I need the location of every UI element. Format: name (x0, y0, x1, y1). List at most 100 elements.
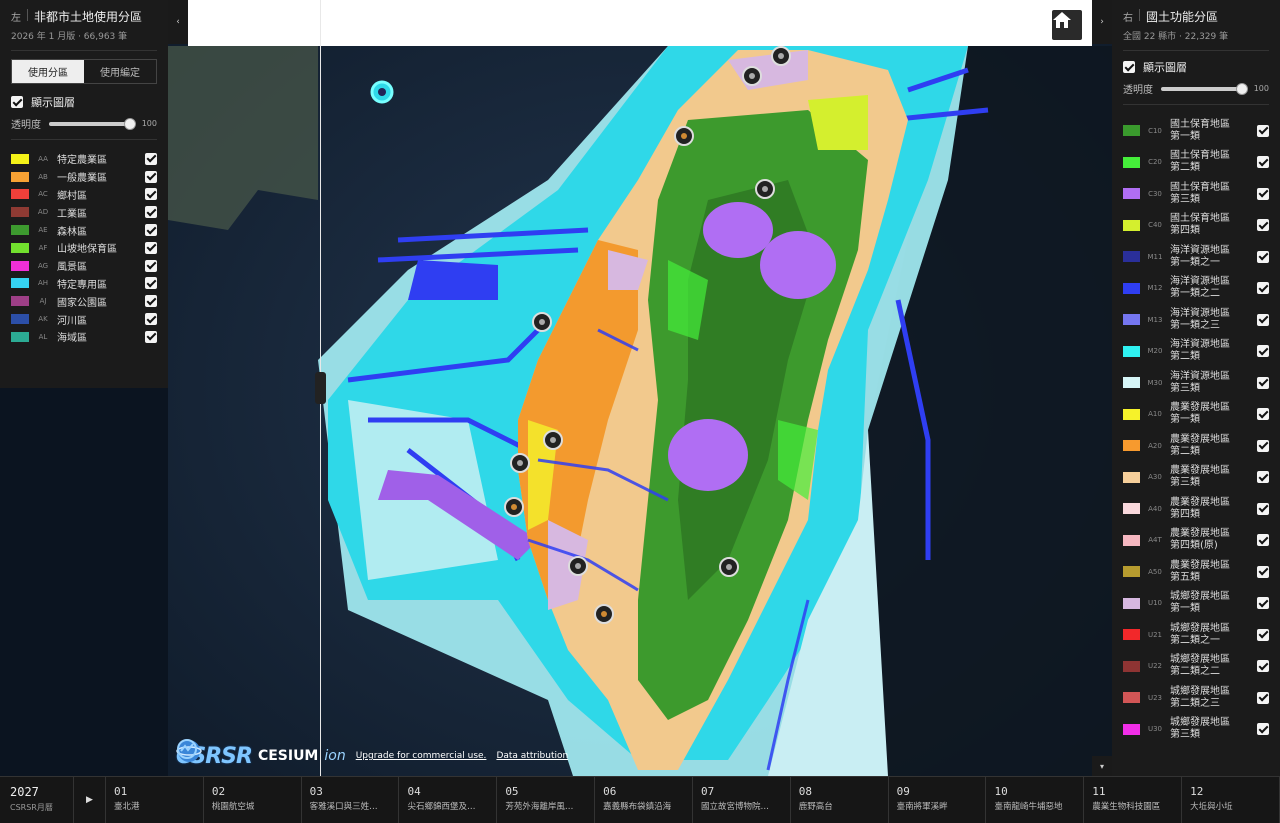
legend-row[interactable]: M12 海洋資源地區 第一類之二 (1123, 273, 1269, 305)
slider-knob[interactable] (1236, 82, 1248, 95)
slider-knob[interactable] (124, 117, 136, 130)
legend-row[interactable]: U22 城鄉發展地區 第二類之二 (1123, 651, 1269, 683)
month-item[interactable]: 07 國立故宮博物院… (693, 777, 791, 823)
left-show-layer-checkbox[interactable] (11, 96, 23, 108)
legend-checkbox[interactable] (1257, 628, 1269, 641)
map-canvas[interactable] (168, 0, 1112, 776)
play-button[interactable]: ▶ (74, 777, 106, 823)
tab-zoning[interactable]: 使用分區 (12, 60, 84, 83)
split-handle[interactable] (315, 372, 326, 404)
map-marker[interactable] (594, 604, 614, 624)
home-button[interactable] (1052, 10, 1082, 40)
legend-row[interactable]: AH 特定專用區 (11, 275, 157, 293)
legend-checkbox[interactable] (145, 277, 157, 290)
legend-checkbox[interactable] (1257, 660, 1269, 673)
legend-row[interactable]: AC 鄉村區 (11, 186, 157, 204)
data-attribution-link[interactable]: Data attribution (496, 751, 568, 761)
legend-checkbox[interactable] (1257, 250, 1269, 263)
month-item[interactable]: 05 芳苑外海離岸風… (497, 777, 596, 823)
map-marker[interactable] (674, 126, 694, 146)
legend-checkbox[interactable] (1257, 408, 1269, 421)
legend-checkbox[interactable] (145, 313, 157, 326)
legend-checkbox[interactable] (1257, 187, 1269, 200)
legend-checkbox[interactable] (145, 330, 157, 343)
legend-row[interactable]: U23 城鄉發展地區 第二類之三 (1123, 682, 1269, 714)
legend-checkbox[interactable] (1257, 691, 1269, 704)
legend-row[interactable]: M20 海洋資源地區 第二類 (1123, 336, 1269, 368)
legend-checkbox[interactable] (1257, 124, 1269, 137)
month-item[interactable]: 10 臺南龍崎牛埔惡地 (986, 777, 1085, 823)
month-item[interactable]: 08 鹿野高台 (791, 777, 889, 823)
legend-row[interactable]: M11 海洋資源地區 第一類之一 (1123, 241, 1269, 273)
legend-row[interactable]: A30 農業發展地區 第三類 (1123, 462, 1269, 494)
map-marker[interactable] (504, 497, 524, 517)
left-opacity-slider[interactable] (49, 117, 136, 130)
month-item[interactable]: 03 客雅溪口與三姓… (302, 777, 400, 823)
right-opacity-slider[interactable] (1161, 82, 1248, 95)
legend-row[interactable]: AD 工業區 (11, 203, 157, 221)
legend-checkbox[interactable] (1257, 534, 1269, 547)
legend-row[interactable]: AA 特定農業區 (11, 150, 157, 168)
legend-checkbox[interactable] (145, 152, 157, 165)
legend-row[interactable]: M13 海洋資源地區 第一類之三 (1123, 304, 1269, 336)
map-marker[interactable] (568, 556, 588, 576)
legend-checkbox[interactable] (145, 170, 157, 183)
month-item[interactable]: 04 尖石鄉錦西堡及… (399, 777, 498, 823)
legend-row[interactable]: C20 國土保育地區 第二類 (1123, 147, 1269, 179)
legend-row[interactable]: A10 農業發展地區 第一類 (1123, 399, 1269, 431)
month-item[interactable]: 09 臺南將軍溪畔 (889, 777, 987, 823)
legend-row[interactable]: AK 河川區 (11, 310, 157, 328)
legend-row[interactable]: U30 城鄉發展地區 第三類 (1123, 714, 1269, 746)
legend-checkbox[interactable] (1257, 219, 1269, 232)
legend-checkbox[interactable] (1257, 282, 1269, 295)
legend-checkbox[interactable] (145, 241, 157, 254)
legend-row[interactable]: AJ 國家公園區 (11, 292, 157, 310)
legend-checkbox[interactable] (145, 295, 157, 308)
legend-checkbox[interactable] (1257, 313, 1269, 326)
scroll-down-button[interactable]: ▾ (1092, 756, 1112, 776)
map-viewer[interactable]: ‹ › ▾ CSRSR CESIUM ion Upgrade for comme (168, 0, 1112, 776)
month-item[interactable]: 02 桃園航空城 (204, 777, 302, 823)
legend-row[interactable]: C30 國土保育地區 第三類 (1123, 178, 1269, 210)
legend-row[interactable]: AL 海域區 (11, 328, 157, 346)
legend-checkbox[interactable] (1257, 471, 1269, 484)
map-marker[interactable] (543, 430, 563, 450)
legend-checkbox[interactable] (1257, 345, 1269, 358)
legend-checkbox[interactable] (1257, 376, 1269, 389)
upgrade-link[interactable]: Upgrade for commercial use. (356, 751, 487, 761)
month-item[interactable]: 01 臺北港 (106, 777, 204, 823)
month-item[interactable]: 11 農業生物科技園區 (1084, 777, 1183, 823)
map-marker[interactable] (742, 66, 762, 86)
legend-row[interactable]: AE 森林區 (11, 221, 157, 239)
legend-row[interactable]: A20 農業發展地區 第二類 (1123, 430, 1269, 462)
legend-checkbox[interactable] (1257, 723, 1269, 736)
legend-checkbox[interactable] (145, 259, 157, 272)
collapse-left-panel-button[interactable]: ‹ (168, 0, 188, 44)
legend-checkbox[interactable] (1257, 156, 1269, 169)
map-marker[interactable] (719, 557, 739, 577)
month-item[interactable]: 12 大坵與小坵 (1182, 777, 1280, 823)
map-marker[interactable] (771, 46, 791, 66)
legend-row[interactable]: C40 國土保育地區 第四類 (1123, 210, 1269, 242)
legend-row[interactable]: U21 城鄉發展地區 第二類之一 (1123, 619, 1269, 651)
tab-land-use-code[interactable]: 使用編定 (84, 60, 156, 83)
legend-row[interactable]: A4T 農業發展地區 第四類(原) (1123, 525, 1269, 557)
right-show-layer-checkbox[interactable] (1123, 61, 1135, 73)
map-marker[interactable] (510, 453, 530, 473)
legend-checkbox[interactable] (1257, 597, 1269, 610)
legend-checkbox[interactable] (1257, 502, 1269, 515)
legend-checkbox[interactable] (145, 188, 157, 201)
legend-row[interactable]: AF 山坡地保育區 (11, 239, 157, 257)
legend-row[interactable]: A50 農業發展地區 第五類 (1123, 556, 1269, 588)
legend-row[interactable]: U10 城鄉發展地區 第一類 (1123, 588, 1269, 620)
legend-checkbox[interactable] (145, 206, 157, 219)
map-marker[interactable] (532, 312, 552, 332)
month-item[interactable]: 06 嘉義縣布袋鎮沿海 (595, 777, 693, 823)
legend-checkbox[interactable] (1257, 439, 1269, 452)
legend-row[interactable]: AG 風景區 (11, 257, 157, 275)
legend-checkbox[interactable] (145, 224, 157, 237)
legend-row[interactable]: AB 一般農業區 (11, 168, 157, 186)
map-marker[interactable] (370, 80, 394, 104)
legend-row[interactable]: C10 國土保育地區 第一類 (1123, 115, 1269, 147)
collapse-right-panel-button[interactable]: › (1092, 0, 1112, 44)
